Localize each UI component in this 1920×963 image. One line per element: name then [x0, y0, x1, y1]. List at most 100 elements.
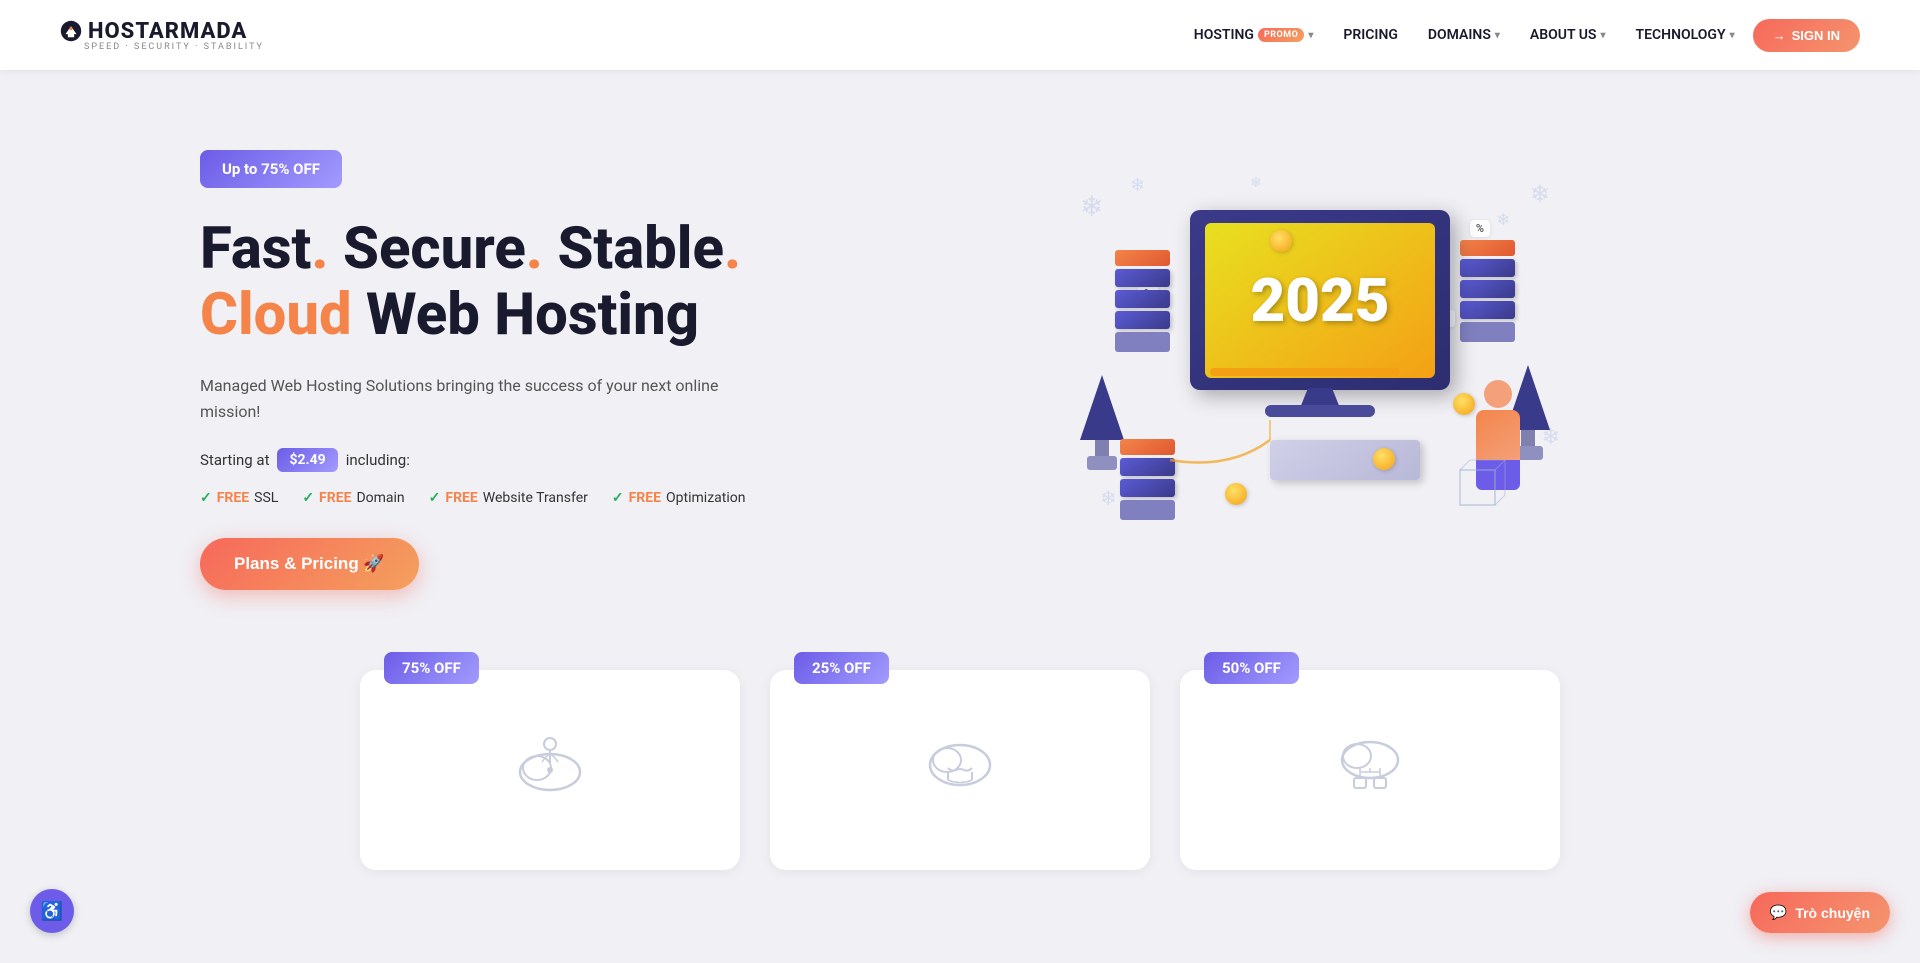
person-illustration [1476, 380, 1520, 490]
dot1: . [311, 215, 328, 283]
logo[interactable]: HOSTARMADA SPEED · SECURITY · STABILITY [60, 19, 264, 52]
coin-4 [1225, 483, 1247, 505]
free-domain: ✓ FREE Domain [302, 490, 404, 506]
server-unit-1b [1115, 290, 1170, 308]
snowflake-4: ❄ [1497, 210, 1510, 229]
server-stack-left-bottom [1120, 439, 1175, 520]
server-unit-2c [1460, 301, 1515, 319]
check-transfer-icon: ✓ [429, 490, 441, 506]
free-optim-text: Optimization [666, 490, 745, 506]
hero-title-stable: Stable [557, 215, 724, 283]
nav-technology[interactable]: TECHNOLOGY ▾ [1624, 21, 1747, 49]
card-icon-2 [915, 720, 1005, 810]
free-features: ✓ FREE SSL ✓ FREE Domain ✓ FREE Website … [200, 490, 780, 506]
free-ssl-text: SSL [254, 490, 278, 506]
chat-button[interactable]: 💬 Trò chuyện [1750, 892, 1890, 933]
monitor-base [1265, 405, 1375, 417]
monitor-body: 2025 [1190, 210, 1450, 390]
snowflake-5: ❄ [1100, 486, 1117, 510]
logo-icon [60, 20, 82, 42]
nav-pricing[interactable]: PRICING [1331, 21, 1410, 49]
sign-in-icon: → [1773, 28, 1786, 43]
navbar: HOSTARMADA SPEED · SECURITY · STABILITY … [0, 0, 1920, 70]
nav-hosting[interactable]: HOSTING PROMO ▾ [1182, 21, 1326, 49]
cards-section: 75% OFF 25% OFF 50% OF [0, 650, 1920, 910]
brand-name: HOSTARMADA [88, 19, 247, 44]
promo-card-1: 75% OFF [360, 670, 740, 870]
promo-card-2: 25% OFF [770, 670, 1150, 870]
person-body [1476, 410, 1520, 460]
card-icon-1 [505, 720, 595, 810]
check-optim-icon: ✓ [612, 490, 624, 506]
promo-card-3: 50% OFF [1180, 670, 1560, 870]
tree-left [1080, 375, 1124, 470]
accessibility-button[interactable]: ♿ [30, 889, 74, 933]
keyboard [1270, 440, 1420, 480]
free-ssl: ✓ FREE SSL [200, 490, 278, 506]
hero-title-webhosting: Web Hosting [366, 281, 699, 349]
monitor-progress-bar [1210, 368, 1400, 376]
check-ssl-icon: ✓ [200, 490, 212, 506]
tree-base-left [1087, 456, 1117, 470]
free-domain-text: Domain [356, 490, 404, 506]
monitor-screen: 2025 [1205, 223, 1435, 378]
snowflake-2: ❄ [1130, 175, 1145, 196]
server-top-1 [1115, 250, 1170, 266]
card-badge-1: 75% OFF [384, 652, 479, 684]
server-base-1 [1115, 332, 1170, 352]
starting-at-label: Starting at [200, 451, 269, 469]
server-stack-right-top [1460, 240, 1515, 342]
hero-promo-badge: Up to 75% OFF [200, 150, 342, 188]
hero-illustration: ❄ ❄ ❄ ❄ ❄ ❄ ❄ % % % [1070, 170, 1570, 570]
monitor-year-text: 2025 [1250, 265, 1389, 336]
snowflake-3: ❄ [1530, 180, 1550, 208]
coin-2 [1453, 393, 1475, 415]
dot2: . [526, 215, 543, 283]
hero-title-secure: Secure [343, 215, 526, 283]
nav-domains[interactable]: DOMAINS ▾ [1416, 21, 1512, 49]
server-base-3 [1120, 500, 1175, 520]
technology-chevron-icon: ▾ [1730, 30, 1735, 41]
coin-3 [1373, 448, 1395, 470]
check-domain-icon: ✓ [302, 490, 314, 506]
server-top-3 [1120, 439, 1175, 455]
hero-section: Up to 75% OFF Fast. Secure. Stable. Clou… [0, 70, 1920, 650]
including-label: including: [346, 451, 410, 469]
tree-top-left [1080, 375, 1124, 440]
server-unit-2a [1460, 259, 1515, 277]
promo-badge: PROMO [1258, 28, 1304, 42]
free-transfer: ✓ FREE Website Transfer [429, 490, 588, 506]
pricing-line: Starting at $2.49 including: [200, 448, 780, 472]
hero-illustration-area: ❄ ❄ ❄ ❄ ❄ ❄ ❄ % % % [780, 170, 1860, 570]
hero-content: Up to 75% OFF Fast. Secure. Stable. Clou… [200, 150, 780, 591]
plans-pricing-label: Plans & Pricing 🚀 [234, 554, 385, 574]
nav-about[interactable]: ABOUT US ▾ [1518, 21, 1618, 49]
card-badge-3: 50% OFF [1204, 652, 1299, 684]
hero-title: Fast. Secure. Stable. Cloud Web Hosting [200, 216, 780, 349]
person-head [1484, 380, 1512, 408]
server-unit-3a [1120, 458, 1175, 476]
server-base-2 [1460, 322, 1515, 342]
plans-pricing-button[interactable]: Plans & Pricing 🚀 [200, 538, 419, 590]
server-unit-2b [1460, 280, 1515, 298]
free-ssl-word: FREE [217, 490, 249, 506]
price-chip: $2.49 [277, 448, 337, 472]
snowflake-7: ❄ [1250, 175, 1262, 191]
hero-title-fast: Fast [200, 215, 311, 283]
coin-1 [1270, 230, 1292, 252]
logo-text: HOSTARMADA [60, 19, 247, 44]
hosting-chevron-icon: ▾ [1308, 30, 1313, 41]
dot3: . [724, 215, 741, 283]
server-unit-1c [1115, 311, 1170, 329]
server-stack-left-top [1115, 250, 1170, 352]
server-unit-1a [1115, 269, 1170, 287]
free-transfer-text: Website Transfer [483, 490, 588, 506]
card-badge-2: 25% OFF [794, 652, 889, 684]
server-unit-3b [1120, 479, 1175, 497]
cloud-nodes-icon [1330, 730, 1410, 800]
hero-title-cloud: Cloud [200, 281, 366, 349]
tree-trunk-right [1521, 430, 1535, 446]
sign-in-button[interactable]: → SIGN IN [1753, 19, 1860, 52]
free-optim-word: FREE [629, 490, 661, 506]
free-transfer-word: FREE [445, 490, 477, 506]
